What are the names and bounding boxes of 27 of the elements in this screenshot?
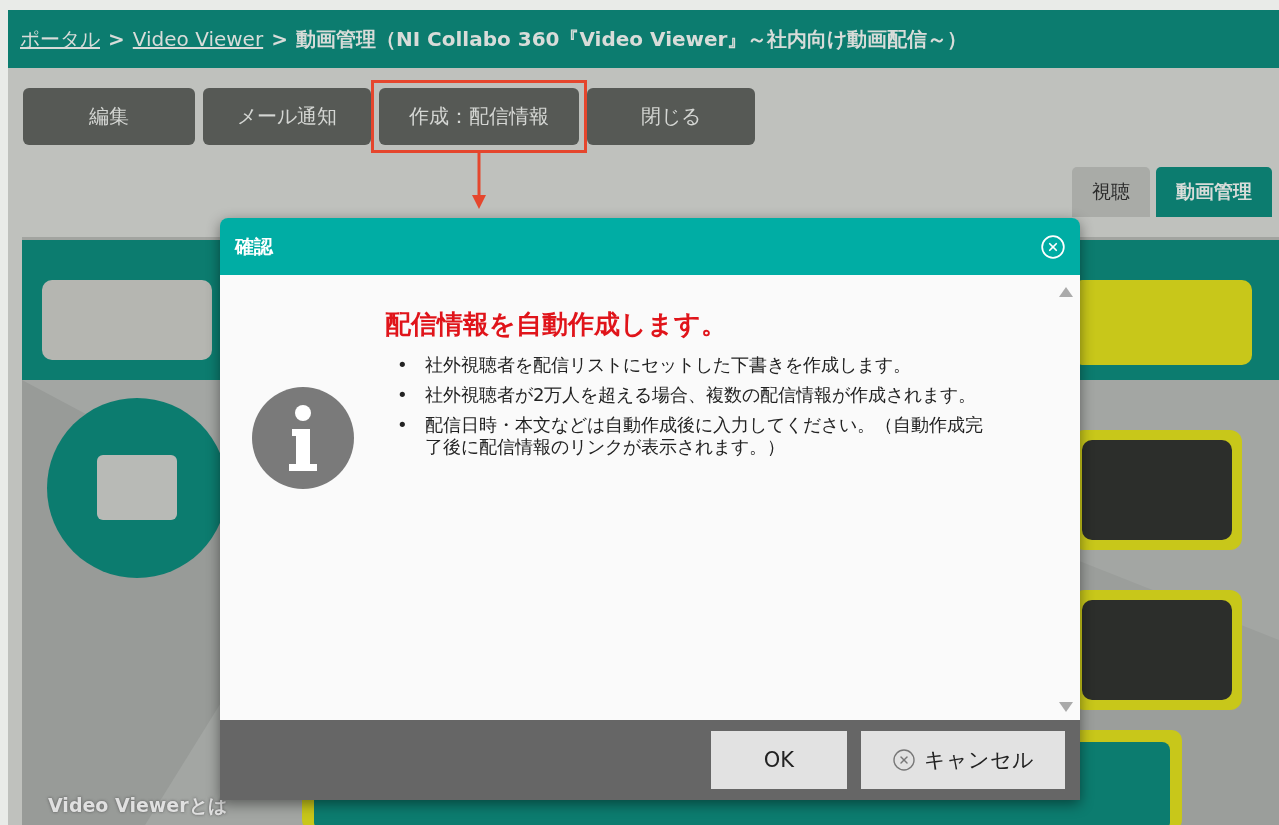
toolbar-button[interactable]: 作成：配信情報	[379, 88, 579, 145]
toolbar-button[interactable]: メール通知	[203, 88, 371, 145]
info-icon	[249, 385, 356, 491]
dialog-title: 確認	[235, 233, 273, 259]
cancel-icon	[892, 748, 916, 772]
message-item: 社外視聴者が2万人を超える場合、複数の配信情報が作成されます。	[425, 384, 978, 406]
view-tab[interactable]: 動画管理	[1156, 167, 1272, 217]
close-icon[interactable]	[1040, 233, 1066, 260]
bullet-mark: •	[397, 414, 409, 436]
ok-button[interactable]: OK	[711, 731, 847, 789]
toolbar-button[interactable]: 編集	[23, 88, 195, 145]
cancel-button[interactable]: キャンセル	[861, 731, 1065, 789]
message-item: 配信日時・本文などは自動作成後に入力してください。（自動作成完了後に配信情報のリンクが表示されます。）	[425, 414, 984, 458]
bullet-mark: •	[397, 384, 409, 406]
bullet-mark: •	[397, 354, 409, 376]
scroll-down-icon[interactable]	[1059, 702, 1073, 712]
page-title: 動画管理（NI Collabo 360『Video Viewer』～社内向け動画配信～）	[295, 25, 968, 53]
video-title: Video Viewerとは	[48, 793, 227, 818]
dialog-heading: 配信情報を自動作成します。	[385, 308, 728, 341]
breadcrumb-separator: >	[108, 27, 125, 51]
message-item: 社外視聴者を配信リストにセットした下書きを作成します。	[425, 354, 912, 376]
view-tab[interactable]: 視聴	[1072, 167, 1150, 217]
toolbar-button[interactable]: 閉じる	[587, 88, 755, 145]
breadcrumb-link[interactable]: Video Viewer	[132, 27, 264, 51]
breadcrumb-link[interactable]: ポータル	[20, 25, 100, 53]
scroll-up-icon[interactable]	[1059, 287, 1073, 297]
breadcrumb-separator: >	[271, 27, 288, 51]
